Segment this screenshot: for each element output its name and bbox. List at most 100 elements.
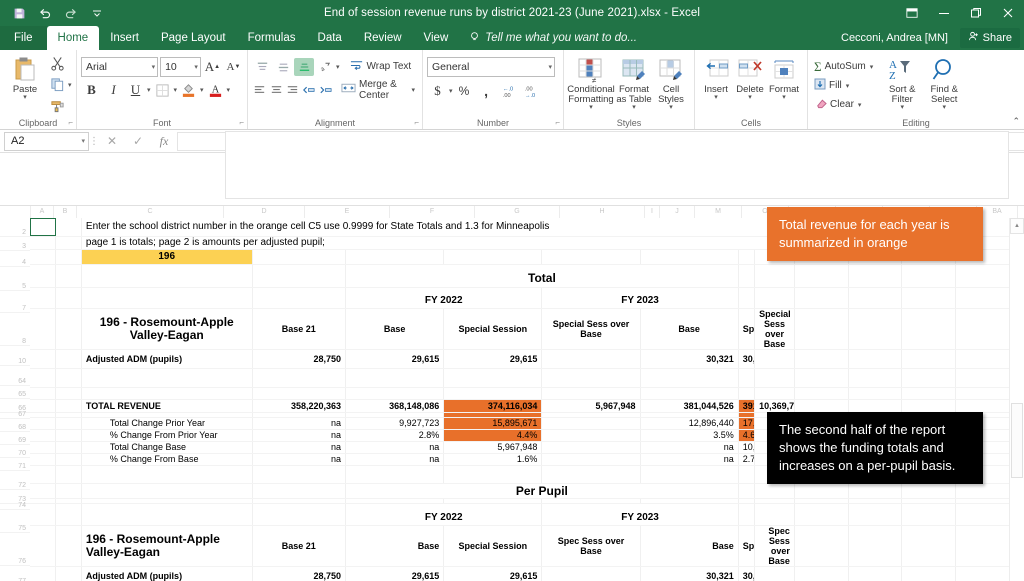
cell-B65[interactable] xyxy=(55,387,82,400)
cell-A71[interactable] xyxy=(30,453,57,466)
cell-pad[interactable] xyxy=(794,387,849,400)
fill-color-dropdown-icon[interactable]: ▾ xyxy=(199,86,204,94)
cell-C72[interactable] xyxy=(81,464,253,484)
cell-pad[interactable] xyxy=(955,399,1010,413)
cell-B70[interactable] xyxy=(55,441,82,454)
cell-D7[interactable] xyxy=(252,287,347,309)
align-left-icon[interactable] xyxy=(252,81,267,99)
tab-formulas[interactable]: Formulas xyxy=(237,26,307,50)
cell-pad[interactable] xyxy=(848,525,903,567)
cell-pad[interactable] xyxy=(848,387,903,400)
cell-J7[interactable] xyxy=(754,287,795,309)
share-button[interactable]: Share xyxy=(959,28,1020,48)
percent-format-button[interactable]: % xyxy=(454,81,475,101)
row-header-4[interactable]: 4 xyxy=(0,251,30,267)
underline-dropdown-icon[interactable]: ▾ xyxy=(146,86,151,94)
cell-G72[interactable] xyxy=(541,464,641,484)
tell-me-box[interactable]: Tell me what you want to do... xyxy=(459,26,637,50)
cell-C5[interactable] xyxy=(81,264,253,288)
cell-pad[interactable] xyxy=(955,287,1010,309)
cell-pad[interactable] xyxy=(794,503,849,526)
cell-F4[interactable] xyxy=(443,249,543,265)
decrease-decimal-icon[interactable]: .00 →.0 xyxy=(520,81,541,101)
row-header-7[interactable]: 7 xyxy=(0,291,30,313)
cell-pad[interactable] xyxy=(955,525,1010,567)
cell-B64[interactable] xyxy=(55,368,82,388)
cell-I64[interactable] xyxy=(738,368,756,388)
cell-pad[interactable] xyxy=(955,503,1010,526)
cell-C75[interactable] xyxy=(81,503,253,526)
column-header-E[interactable]: E xyxy=(305,206,390,218)
cell-D64[interactable] xyxy=(252,368,347,388)
cell-pad[interactable] xyxy=(848,264,903,288)
clipboard-dialog-launcher-icon[interactable]: ⌐ xyxy=(68,118,73,127)
cell-A10[interactable] xyxy=(30,349,57,369)
delete-cells-button[interactable]: Delete ▾ xyxy=(733,53,767,116)
cell-D65[interactable] xyxy=(252,387,347,400)
row-header-68[interactable]: 68 xyxy=(0,419,30,432)
cell-I7[interactable] xyxy=(738,287,756,309)
column-header-F[interactable]: F xyxy=(390,206,475,218)
cell-pad[interactable] xyxy=(794,264,849,288)
cell-pad[interactable] xyxy=(848,368,903,388)
cell-pad[interactable] xyxy=(901,287,957,309)
close-icon[interactable] xyxy=(992,0,1024,26)
number-format-combo[interactable]: General ▾ xyxy=(427,57,555,77)
format-cells-dropdown-icon[interactable]: ▾ xyxy=(782,94,786,101)
merge-center-button[interactable]: Merge & Center ▾ xyxy=(338,79,418,101)
increase-decimal-icon[interactable]: ←.0.00 xyxy=(498,81,519,101)
cell-E64[interactable] xyxy=(345,368,445,388)
cell-A75[interactable] xyxy=(30,503,57,526)
cell-A68[interactable] xyxy=(30,417,57,430)
cell-pad[interactable] xyxy=(794,287,849,309)
collapse-ribbon-icon[interactable]: ⌃ xyxy=(1012,116,1020,127)
cell-pad[interactable] xyxy=(794,399,849,413)
cell-E4[interactable] xyxy=(345,249,445,265)
cell-B66[interactable] xyxy=(55,399,82,413)
cell-pad[interactable] xyxy=(794,483,849,499)
cell-B68[interactable] xyxy=(55,417,82,430)
format-as-table-button[interactable]: Format as Table ▾ xyxy=(614,53,654,116)
cell-pad[interactable] xyxy=(848,308,903,350)
cell-A77[interactable] xyxy=(30,566,57,581)
clear-button[interactable]: Clear ▾ xyxy=(812,96,873,114)
cancel-icon[interactable]: ✕ xyxy=(99,132,125,150)
tab-view[interactable]: View xyxy=(413,26,460,50)
align-top-icon[interactable] xyxy=(252,58,272,76)
cell-styles-button[interactable]: Cell Styles ▾ xyxy=(654,53,688,116)
insert-cells-dropdown-icon[interactable]: ▾ xyxy=(714,94,718,101)
cell-C64[interactable] xyxy=(81,368,253,388)
currency-format-button[interactable]: $ xyxy=(427,81,448,101)
column-header-H[interactable]: H xyxy=(560,206,645,218)
row-header-75[interactable]: 75 xyxy=(0,510,30,533)
cell-B8[interactable] xyxy=(55,308,82,350)
cell-B72[interactable] xyxy=(55,465,82,484)
column-header-B[interactable]: B xyxy=(54,206,77,218)
cell-G65[interactable] xyxy=(541,387,641,400)
copy-icon[interactable] xyxy=(47,75,67,94)
cell-I75[interactable] xyxy=(738,503,756,526)
save-icon[interactable] xyxy=(6,2,32,24)
cell-F72[interactable] xyxy=(443,464,543,484)
tab-page-layout[interactable]: Page Layout xyxy=(150,26,237,50)
copy-dropdown-icon[interactable]: ▾ xyxy=(67,81,72,89)
cell-B10[interactable] xyxy=(55,349,82,369)
enter-icon[interactable]: ✓ xyxy=(125,132,151,150)
alignment-dialog-launcher-icon[interactable]: ⌐ xyxy=(414,118,419,127)
cell-D73[interactable] xyxy=(252,483,347,499)
align-middle-icon[interactable] xyxy=(273,58,293,76)
fill-dropdown-icon[interactable]: ▾ xyxy=(845,82,850,90)
cell-B76[interactable] xyxy=(55,525,82,567)
borders-icon[interactable] xyxy=(152,80,173,100)
cell-pad[interactable] xyxy=(901,349,957,369)
find-select-dropdown-icon[interactable]: ▾ xyxy=(942,104,946,111)
align-bottom-icon[interactable] xyxy=(294,57,314,76)
cell-H65[interactable] xyxy=(640,387,739,400)
cell-pad[interactable] xyxy=(901,399,957,413)
find-select-button[interactable]: Find & Select ▾ xyxy=(923,53,965,116)
tab-home[interactable]: Home xyxy=(46,26,100,50)
font-dialog-launcher-icon[interactable]: ⌐ xyxy=(239,118,244,127)
cell-pad[interactable] xyxy=(794,525,849,567)
bold-button[interactable]: B xyxy=(81,80,102,100)
paste-button[interactable]: Paste ▾ xyxy=(4,53,46,116)
